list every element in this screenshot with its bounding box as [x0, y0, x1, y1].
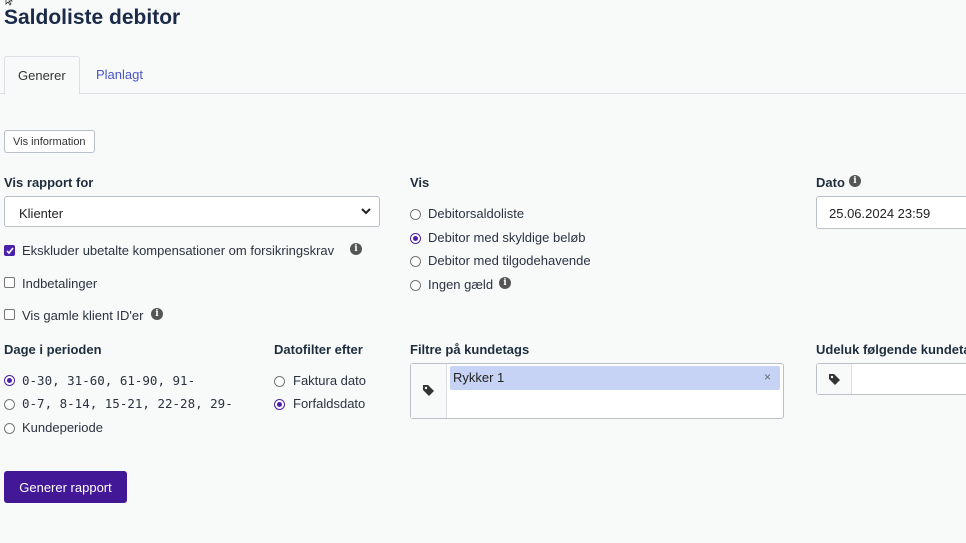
- period-option-1-label: 0-30, 31-60, 61-90, 91-: [22, 373, 196, 388]
- period-option-2-label: 0-7, 8-14, 15-21, 22-28, 29-: [22, 396, 233, 411]
- exclude-compensation-label: Ekskluder ubetalte kompensationer om for…: [22, 243, 335, 258]
- info-icon[interactable]: i: [499, 277, 511, 289]
- tag-icon: [423, 385, 434, 396]
- period-option-1-radio[interactable]: [4, 375, 15, 386]
- period-option-2-radio[interactable]: [4, 399, 15, 410]
- old-client-ids-checkbox[interactable]: [4, 309, 15, 320]
- vis-label: Vis: [410, 175, 430, 190]
- tab-planlagt[interactable]: Planlagt: [83, 56, 156, 93]
- tab-generer[interactable]: Generer: [4, 56, 80, 95]
- info-icon[interactable]: i: [350, 243, 362, 255]
- generate-report-button[interactable]: Generer rapport: [4, 471, 127, 503]
- vis-option-no-debt-label: Ingen gæld: [428, 277, 494, 292]
- tag-filter-label: Filtre på kundetags: [410, 342, 530, 357]
- report-for-label: Vis rapport for: [4, 175, 94, 190]
- tag-chip-label: Rykker 1: [453, 370, 505, 385]
- datefilter-label: Datofilter efter: [274, 342, 363, 357]
- datefilter-due-label: Forfaldsdato: [293, 396, 366, 411]
- tabs-divider: [0, 93, 966, 94]
- info-icon[interactable]: i: [151, 308, 163, 320]
- vis-option-debts-label: Debitor med skyldige beløb: [428, 230, 586, 245]
- period-option-customer-label: Kundeperiode: [22, 420, 103, 435]
- vis-option-credit-label: Debitor med tilgodehavende: [428, 253, 591, 268]
- show-information-button[interactable]: Vis information: [4, 130, 95, 153]
- page-title: Saldoliste debitor: [4, 6, 181, 29]
- report-for-select[interactable]: Klienter: [4, 196, 380, 227]
- period-option-customer-radio[interactable]: [4, 423, 15, 434]
- checkmark-icon: [6, 247, 14, 255]
- tag-chip: Rykker 1 ×: [450, 366, 780, 390]
- datefilter-invoice-label: Faktura dato: [293, 373, 366, 388]
- report-for-selected-value: Klienter: [19, 206, 64, 221]
- date-input[interactable]: 25.06.2024 23:59: [816, 196, 966, 229]
- vis-option-debitorsaldoliste-radio[interactable]: [410, 209, 421, 220]
- exclude-tags-input[interactable]: [816, 363, 966, 395]
- tag-icon: [829, 374, 840, 385]
- info-icon[interactable]: i: [849, 175, 861, 187]
- old-client-ids-label: Vis gamle klient ID'er: [22, 308, 144, 323]
- tag-chip-remove-icon[interactable]: ×: [764, 370, 771, 384]
- date-value: 25.06.2024 23:59: [829, 206, 931, 221]
- datefilter-invoice-radio[interactable]: [274, 376, 285, 387]
- vis-option-debitorsaldoliste-label: Debitorsaldoliste: [428, 206, 525, 221]
- vis-option-no-debt-radio[interactable]: [410, 280, 421, 291]
- exclude-tags-label: Udeluk følgende kundetags: [816, 342, 966, 357]
- payments-checkbox[interactable]: [4, 277, 15, 288]
- vis-option-credit-radio[interactable]: [410, 256, 421, 267]
- chevron-down-icon: [361, 208, 371, 215]
- exclude-tags-addon: [817, 364, 852, 394]
- vis-option-debts-radio[interactable]: [410, 233, 421, 244]
- period-label: Dage i perioden: [4, 342, 102, 357]
- date-label: Dato: [816, 175, 845, 190]
- exclude-compensation-checkbox[interactable]: [4, 245, 15, 256]
- payments-label: Indbetalinger: [22, 276, 98, 291]
- datefilter-due-radio[interactable]: [274, 399, 285, 410]
- tag-filter-addon: [411, 364, 447, 418]
